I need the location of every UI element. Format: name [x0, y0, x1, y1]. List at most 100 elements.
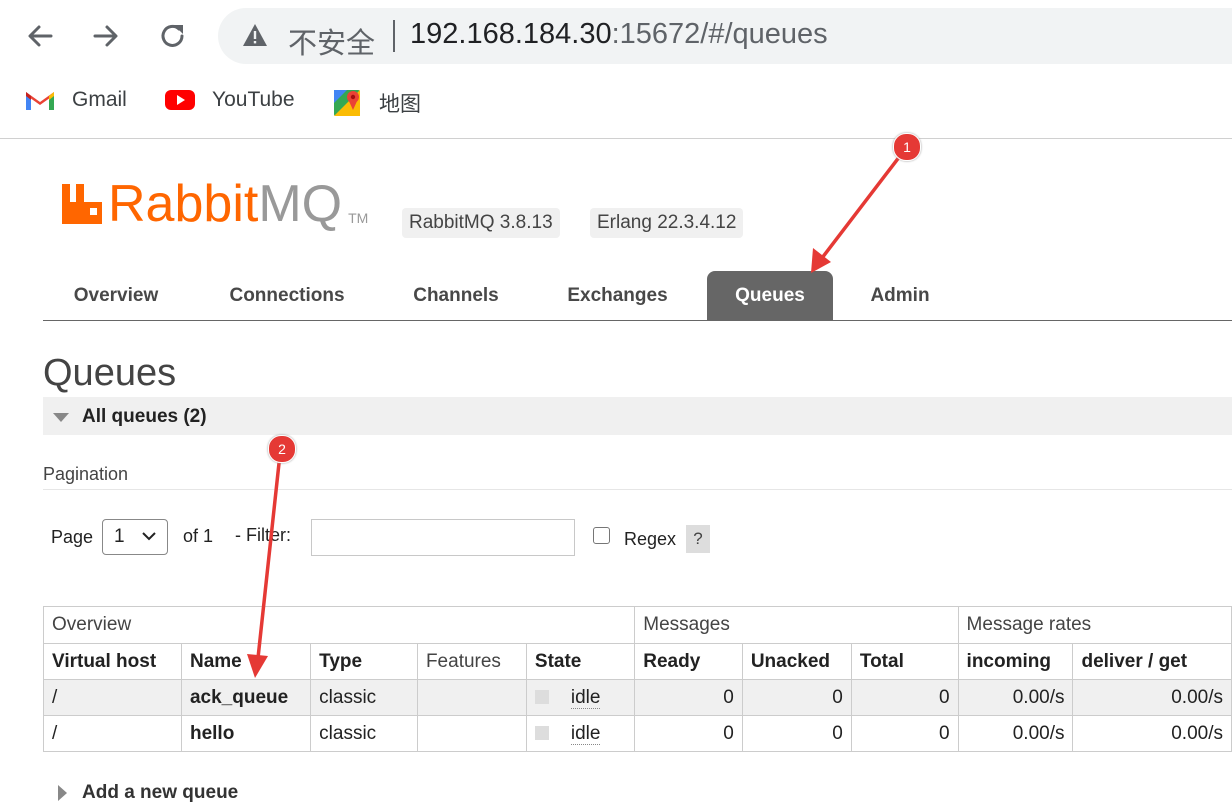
forward-button[interactable]: [88, 18, 124, 54]
main-nav-tabs: Overview Connections Channels Exchanges …: [43, 271, 1232, 321]
cell-type: classic: [310, 715, 418, 752]
queue-name-link[interactable]: hello: [180, 715, 312, 752]
cell-unacked: 0: [741, 679, 852, 716]
url-host: 192.168.184.30: [410, 18, 612, 50]
state-indicator: [534, 690, 549, 705]
cell-incoming: 0.00/s: [957, 679, 1074, 716]
url-path: :15672/#/queues: [611, 18, 828, 50]
table-row: / ack_queue classic idle 0 0 0 0.00/s 0.…: [43, 679, 1232, 716]
section-label: All queues (2): [82, 406, 207, 427]
cell-incoming: 0.00/s: [957, 715, 1074, 752]
browser-toolbar: 不安全 192.168.184.30:15672/#/queues: [0, 0, 1232, 72]
col-name[interactable]: Name: [180, 643, 312, 680]
all-queues-section-toggle[interactable]: All queues (2): [43, 397, 1232, 435]
page-select-value: 1: [114, 526, 125, 547]
add-queue-label: Add a new queue: [82, 782, 239, 803]
filter-input[interactable]: [311, 519, 575, 556]
cell-features: [416, 679, 527, 716]
cell-state: idle: [525, 715, 636, 752]
regex-help-button[interactable]: ?: [686, 525, 710, 553]
bookmark-label: 地图: [379, 93, 421, 116]
logo-text-rabbit: Rabbit: [108, 175, 259, 233]
address-bar[interactable]: 不安全 192.168.184.30:15672/#/queues: [218, 8, 1232, 64]
table-header: Virtual host Name Type Features State Re…: [43, 643, 1232, 680]
reload-button[interactable]: [155, 18, 191, 54]
bookmark-youtube[interactable]: YouTube: [164, 88, 295, 112]
tab-channels[interactable]: Channels: [393, 271, 519, 320]
col-deliver-get[interactable]: deliver / get: [1072, 643, 1232, 680]
security-label[interactable]: 不安全: [288, 20, 375, 62]
cell-features: [416, 715, 527, 752]
tab-connections[interactable]: Connections: [208, 271, 366, 320]
table-row: / hello classic idle 0 0 0 0.00/s 0.00/s: [43, 715, 1232, 752]
col-incoming[interactable]: incoming: [957, 643, 1074, 680]
chevron-down-icon: [142, 532, 156, 541]
cell-vhost: /: [43, 679, 182, 716]
cell-deliver-get: 0.00/s: [1072, 679, 1232, 716]
back-button[interactable]: [22, 18, 58, 54]
col-unacked[interactable]: Unacked: [741, 643, 852, 680]
youtube-icon: [164, 88, 196, 112]
divider: [43, 489, 1232, 490]
cell-vhost: /: [43, 715, 182, 752]
collapse-triangle-icon: [53, 413, 69, 422]
tab-overview[interactable]: Overview: [43, 271, 189, 320]
regex-label: Regex: [624, 529, 677, 549]
cell-state: idle: [525, 679, 636, 716]
cell-type: classic: [310, 679, 418, 716]
annotation-marker-1: 1: [893, 133, 921, 161]
cell-deliver-get: 0.00/s: [1072, 715, 1232, 752]
page-count-label: of 1: [183, 526, 214, 546]
col-virtual-host[interactable]: Virtual host: [43, 643, 182, 680]
cell-ready: 0: [634, 715, 743, 752]
cell-ready: 0: [634, 679, 743, 716]
address-divider: [393, 20, 395, 52]
group-message-rates: Message rates: [957, 606, 1232, 644]
page-label: Page: [51, 527, 94, 547]
bookmarks-bar: Gmail YouTube 地图: [0, 72, 1232, 139]
pagination-heading: Pagination: [43, 464, 129, 484]
annotation-marker-2: 2: [268, 435, 296, 463]
filter-label: - Filter:: [235, 525, 291, 545]
col-type[interactable]: Type: [310, 643, 418, 680]
annotation-arrow-1: [811, 150, 905, 273]
bookmark-maps[interactable]: 地图: [333, 88, 421, 118]
queues-table: Overview Messages Message rates Virtual …: [42, 606, 1232, 752]
maps-icon: [333, 88, 363, 118]
cell-total: 0: [850, 679, 959, 716]
col-ready[interactable]: Ready: [634, 643, 743, 680]
reload-icon: [161, 24, 184, 47]
erlang-version-badge: Erlang 22.3.4.12: [590, 208, 744, 238]
page-select[interactable]: 1: [102, 519, 168, 555]
gmail-icon: [24, 88, 56, 112]
arrow-right-icon: [93, 25, 118, 47]
state-indicator: [534, 726, 549, 741]
group-messages: Messages: [634, 606, 959, 644]
table-group-header: Overview Messages Message rates: [42, 606, 1232, 644]
tab-queues[interactable]: Queues: [707, 271, 833, 320]
cell-total: 0: [850, 715, 959, 752]
bookmark-label: Gmail: [72, 88, 127, 111]
col-features[interactable]: Features: [416, 643, 527, 680]
page-title: Queues: [43, 352, 177, 394]
group-overview: Overview: [42, 606, 636, 644]
state-label: idle: [570, 686, 601, 709]
queue-name-link[interactable]: ack_queue: [180, 679, 312, 716]
url-text[interactable]: 192.168.184.30:15672/#/queues: [410, 18, 828, 51]
bookmark-label: YouTube: [212, 88, 295, 111]
rabbit-logo-icon: [62, 184, 102, 224]
col-total[interactable]: Total: [850, 643, 959, 680]
state-label: idle: [570, 722, 601, 745]
col-state[interactable]: State: [525, 643, 636, 680]
expand-triangle-icon: [58, 785, 67, 801]
tab-exchanges[interactable]: Exchanges: [546, 271, 689, 320]
cell-unacked: 0: [741, 715, 852, 752]
rabbitmq-logo[interactable]: Rabbit MQ TM: [60, 178, 368, 230]
rabbitmq-version-badge: RabbitMQ 3.8.13: [402, 208, 560, 238]
warning-icon: [243, 24, 267, 46]
bookmark-gmail[interactable]: Gmail: [24, 88, 127, 112]
add-queue-section-toggle[interactable]: Add a new queue: [58, 782, 238, 804]
tab-admin[interactable]: Admin: [851, 271, 949, 320]
regex-checkbox[interactable]: [593, 527, 610, 544]
logo-trademark: TM: [348, 210, 369, 226]
